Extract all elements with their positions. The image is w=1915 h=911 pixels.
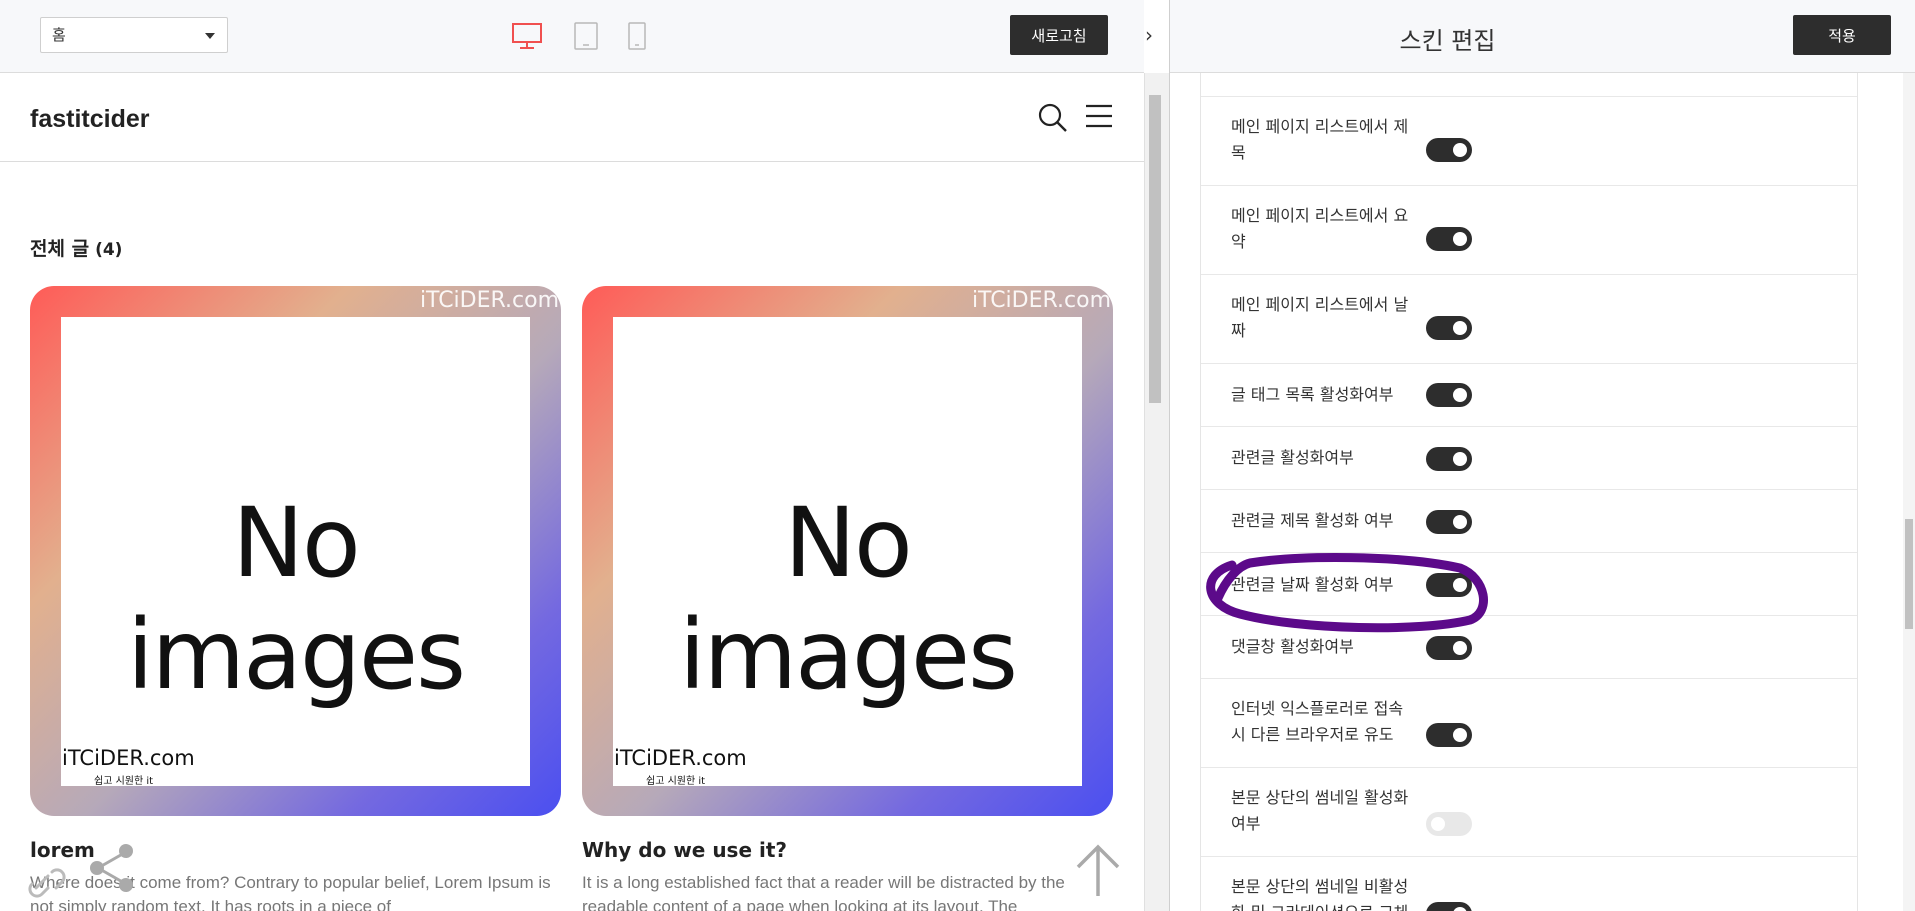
thumbnail-frame: No images bbox=[61, 317, 530, 786]
menu-icon[interactable] bbox=[1085, 103, 1113, 129]
watermark-text: iTCiDER.com bbox=[971, 288, 1111, 313]
settings-row: 관련글 제목 활성화 여부 bbox=[1201, 490, 1857, 553]
toggle-knob bbox=[1453, 515, 1467, 529]
settings-list: 메인 페이지 리스트에서 제목 메인 페이지 리스트에서 요약 메인 페이지 리… bbox=[1200, 73, 1858, 911]
category-count: (4) bbox=[95, 240, 123, 260]
setting-toggle[interactable] bbox=[1426, 723, 1472, 747]
toggle-knob bbox=[1453, 232, 1467, 246]
site-header: fastitcider bbox=[0, 73, 1144, 162]
refresh-button[interactable]: 새로고침 bbox=[1010, 15, 1108, 55]
toggle-knob bbox=[1453, 578, 1467, 592]
setting-toggle[interactable] bbox=[1426, 812, 1472, 836]
settings-row: 관련글 날짜 활성화 여부 bbox=[1201, 553, 1857, 616]
setting-label: 본문 상단의 썸네일 활성화 여부 bbox=[1231, 788, 1409, 833]
panel-title: 스킨 편집 bbox=[1399, 27, 1496, 55]
settings-row: 메인 페이지 리스트에서 요약 bbox=[1201, 186, 1857, 275]
watermark-logo: iTCiDER.com bbox=[62, 746, 195, 770]
scroll-top-icon[interactable] bbox=[1075, 842, 1121, 898]
toggle-knob bbox=[1453, 728, 1467, 742]
preview-toolbar: 홈 새로고침 bbox=[0, 0, 1144, 73]
skin-edit-panel: 스킨 편집 적용 메인 페이지 리스트에서 제목 메인 페이지 리스트에서 요약… bbox=[1170, 0, 1915, 911]
watermark-tagline: 쉽고 시원한 it bbox=[646, 776, 706, 787]
watermark-text: iTCiDER.com bbox=[419, 288, 559, 313]
panel-header: 스킨 편집 적용 bbox=[1170, 0, 1915, 73]
tablet-icon[interactable] bbox=[574, 22, 598, 50]
category-label: 전체 글 bbox=[30, 238, 90, 260]
setting-toggle[interactable] bbox=[1426, 138, 1472, 162]
setting-label: 메인 페이지 리스트에서 제목 bbox=[1231, 117, 1409, 162]
preview-scrollbar[interactable] bbox=[1144, 73, 1170, 911]
panel-scrollbar-thumb[interactable] bbox=[1905, 519, 1913, 629]
preview-scrollbar-thumb[interactable] bbox=[1149, 95, 1161, 403]
setting-label: 메인 페이지 리스트에서 요약 bbox=[1231, 206, 1409, 251]
watermark-tagline: 쉽고 시원한 it bbox=[94, 776, 154, 787]
thumbnail-frame: No images bbox=[613, 317, 1082, 786]
toggle-knob bbox=[1453, 907, 1467, 911]
apply-button[interactable]: 적용 bbox=[1793, 15, 1891, 55]
link-icon[interactable] bbox=[28, 858, 76, 898]
setting-label: 본문 상단의 썸네일 비활성화 및 그라데이션으로 교체 bbox=[1231, 877, 1409, 911]
page-select[interactable]: 홈 bbox=[40, 17, 228, 53]
post-thumbnail[interactable]: iTCiDER.com No images iTCiDER.com 쉽고 시원한… bbox=[30, 286, 561, 816]
settings-row: 메인 페이지 리스트에서 제목 bbox=[1201, 97, 1857, 186]
setting-toggle[interactable] bbox=[1426, 316, 1472, 340]
settings-row: 관련글 활성화여부 bbox=[1201, 427, 1857, 490]
post-card[interactable]: iTCiDER.com No images iTCiDER.com 쉽고 시원한… bbox=[30, 286, 561, 911]
toggle-knob bbox=[1453, 641, 1467, 655]
post-title[interactable]: Why do we use it? bbox=[582, 838, 787, 862]
category-heading: 전체 글 (4) bbox=[30, 234, 122, 261]
setting-toggle[interactable] bbox=[1426, 573, 1472, 597]
setting-toggle[interactable] bbox=[1426, 636, 1472, 660]
toggle-knob bbox=[1431, 817, 1445, 831]
setting-toggle[interactable] bbox=[1426, 383, 1472, 407]
setting-toggle[interactable] bbox=[1426, 510, 1472, 534]
setting-toggle[interactable] bbox=[1426, 447, 1472, 471]
search-icon[interactable] bbox=[1038, 103, 1068, 133]
no-images-text: No images bbox=[126, 487, 466, 711]
watermark-logo: iTCiDER.com bbox=[614, 746, 747, 770]
page-select-value: 홈 bbox=[52, 26, 66, 44]
toggle-knob bbox=[1453, 143, 1467, 157]
site-title[interactable]: fastitcider bbox=[30, 105, 149, 134]
mobile-icon[interactable] bbox=[628, 22, 646, 50]
collapse-panel-button[interactable]: › bbox=[1134, 20, 1164, 50]
post-thumbnail[interactable]: iTCiDER.com No images iTCiDER.com 쉽고 시원한… bbox=[582, 286, 1113, 816]
desktop-icon[interactable] bbox=[511, 22, 543, 50]
settings-row: 메인 페이지 리스트에서 날짜 bbox=[1201, 275, 1857, 364]
toggle-knob bbox=[1453, 321, 1467, 335]
chevron-down-icon bbox=[205, 33, 215, 39]
settings-row: 인터넷 익스플로러로 접속시 다른 브라우저로 유도 bbox=[1201, 679, 1857, 768]
toggle-knob bbox=[1453, 388, 1467, 402]
setting-label: 인터넷 익스플로러로 접속시 다른 브라우저로 유도 bbox=[1231, 699, 1404, 744]
setting-label: 메인 페이지 리스트에서 날짜 bbox=[1231, 295, 1409, 340]
no-images-text: No images bbox=[678, 487, 1018, 711]
toggle-knob bbox=[1453, 452, 1467, 466]
setting-toggle[interactable] bbox=[1426, 227, 1472, 251]
settings-row: 본문 상단의 썸네일 비활성화 및 그라데이션으로 교체 bbox=[1201, 857, 1857, 911]
panel-scrollbar[interactable] bbox=[1903, 73, 1915, 911]
settings-row: 글 태그 목록 활성화여부 bbox=[1201, 364, 1857, 427]
settings-row: 본문 상단의 썸네일 활성화 여부 bbox=[1201, 768, 1857, 857]
post-excerpt: It is a long established fact that a rea… bbox=[582, 873, 1065, 911]
post-card[interactable]: iTCiDER.com No images iTCiDER.com 쉽고 시원한… bbox=[582, 286, 1113, 911]
settings-row bbox=[1201, 73, 1857, 97]
settings-row: 댓글창 활성화여부 bbox=[1201, 616, 1857, 679]
skin-preview: 홈 새로고침 fastitcider 전체 글 (4) iTCiDER.com … bbox=[0, 0, 1170, 911]
setting-toggle[interactable] bbox=[1426, 902, 1472, 911]
share-icon[interactable] bbox=[86, 842, 140, 892]
